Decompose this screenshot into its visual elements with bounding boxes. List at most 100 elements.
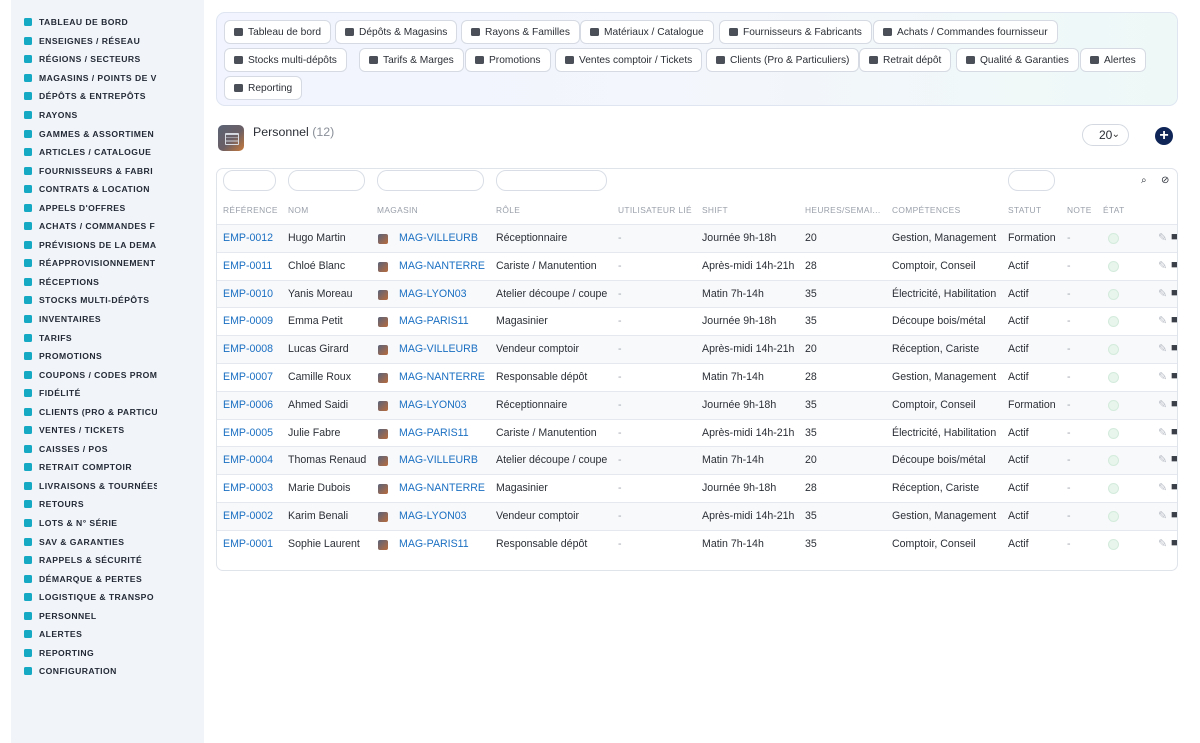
edit-icon[interactable]: ✎ xyxy=(1158,453,1167,466)
cell-ref[interactable]: EMP-0007 xyxy=(223,371,273,383)
sidebar-item-32[interactable]: PERSONNEL xyxy=(11,607,204,626)
table-row[interactable]: EMP-0010 Yanis Moreau MAG-LYON03 Atelier dé… xyxy=(217,279,1177,308)
sidebar-item-28[interactable]: SAV & GARANTIES xyxy=(11,532,204,551)
sidebar-item-24[interactable]: RETRAIT COMPTOIR xyxy=(11,458,204,477)
table-row[interactable]: EMP-0002 Karim Benali MAG-LYON03 Vendeur co… xyxy=(217,502,1177,530)
column-header[interactable]: COMPÉTENCES xyxy=(892,205,961,215)
sidebar-item-33[interactable]: ALERTES xyxy=(11,625,204,644)
sidebar-item-15[interactable]: STOCKS MULTI-DÉPÔTS xyxy=(11,291,204,310)
table-row[interactable]: EMP-0001 Sophie Laurent MAG-PARIS11 Respons… xyxy=(217,529,1177,558)
filter-nom-input[interactable] xyxy=(288,170,365,191)
table-row[interactable]: EMP-0004 Thomas Renaud MAG-VILLEURB Atelier… xyxy=(217,446,1177,475)
sidebar-item-19[interactable]: COUPONS / CODES PROM xyxy=(11,365,204,384)
table-row[interactable]: EMP-0006 Ahmed Saidi MAG-LYON03 Réceptionna… xyxy=(217,390,1177,419)
column-header[interactable]: NOTE xyxy=(1067,205,1092,215)
delete-icon[interactable]: ■ xyxy=(1171,398,1177,410)
delete-icon[interactable]: ■ xyxy=(1171,537,1177,549)
sidebar-item-29[interactable]: RAPPELS & SÉCURITÉ xyxy=(11,551,204,570)
delete-icon[interactable]: ■ xyxy=(1171,509,1177,521)
cell-ref[interactable]: EMP-0012 xyxy=(223,232,273,244)
delete-icon[interactable]: ■ xyxy=(1171,453,1177,465)
sidebar-item-1[interactable]: ENSEIGNES / RÉSEAU xyxy=(11,32,204,51)
nav-button-2[interactable]: Rayons & Familles xyxy=(461,20,580,44)
delete-icon[interactable]: ■ xyxy=(1171,314,1177,326)
sidebar-item-27[interactable]: LOTS & N° SÉRIE xyxy=(11,514,204,533)
nav-button-11[interactable]: Retrait dépôt xyxy=(859,48,952,72)
sidebar-item-35[interactable]: CONFIGURATION xyxy=(11,662,204,681)
edit-icon[interactable]: ✎ xyxy=(1158,426,1167,439)
sidebar-item-0[interactable]: TABLEAU DE BORD xyxy=(11,13,204,32)
edit-icon[interactable]: ✎ xyxy=(1158,259,1167,272)
sidebar-item-7[interactable]: ARTICLES / CATALOGUE xyxy=(11,143,204,162)
cell-magasin[interactable]: MAG-LYON03 xyxy=(399,399,467,411)
delete-icon[interactable]: ■ xyxy=(1171,231,1177,243)
cell-magasin[interactable]: MAG-LYON03 xyxy=(399,510,467,522)
sidebar-item-17[interactable]: TARIFS xyxy=(11,328,204,347)
sidebar-item-13[interactable]: RÉAPPROVISIONNEMENT xyxy=(11,254,204,273)
nav-button-10[interactable]: Clients (Pro & Particuliers) xyxy=(706,48,860,72)
cell-magasin[interactable]: MAG-VILLEURB xyxy=(399,454,478,466)
sidebar-item-22[interactable]: VENTES / TICKETS xyxy=(11,421,204,440)
cell-ref[interactable]: EMP-0001 xyxy=(223,538,273,550)
cell-magasin[interactable]: MAG-VILLEURB xyxy=(399,232,478,244)
column-header[interactable]: NOM xyxy=(288,205,309,215)
cell-magasin[interactable]: MAG-PARIS11 xyxy=(399,538,469,550)
delete-icon[interactable]: ■ xyxy=(1171,287,1177,299)
cell-magasin[interactable]: MAG-VILLEURB xyxy=(399,343,478,355)
sidebar-item-6[interactable]: GAMMES & ASSORTIMEN xyxy=(11,124,204,143)
sidebar-item-26[interactable]: RETOURS xyxy=(11,495,204,514)
nav-button-0[interactable]: Tableau de bord xyxy=(224,20,332,44)
sidebar-item-34[interactable]: REPORTING xyxy=(11,644,204,663)
cell-magasin[interactable]: MAG-NANTERRE xyxy=(399,371,485,383)
sidebar-item-16[interactable]: INVENTAIRES xyxy=(11,310,204,329)
sidebar-item-14[interactable]: RÉCEPTIONS xyxy=(11,273,204,292)
sidebar-item-23[interactable]: CAISSES / POS xyxy=(11,440,204,459)
add-record-button[interactable]: + xyxy=(1155,127,1173,145)
nav-button-4[interactable]: Fournisseurs & Fabricants xyxy=(719,20,872,44)
table-row[interactable]: EMP-0003 Marie Dubois MAG-NANTERRE Magasini… xyxy=(217,474,1177,502)
cell-magasin[interactable]: MAG-NANTERRE xyxy=(399,482,485,494)
cell-magasin[interactable]: MAG-LYON03 xyxy=(399,288,467,300)
search-icon[interactable]: ⌕ xyxy=(1141,175,1147,186)
nav-button-1[interactable]: Dépôts & Magasins xyxy=(335,20,458,44)
filter-statut-input[interactable] xyxy=(1008,170,1055,191)
column-header[interactable]: MAGASIN xyxy=(377,205,418,215)
page-size-select[interactable]: 20 ⌄ xyxy=(1082,124,1129,146)
sidebar-item-5[interactable]: RAYONS xyxy=(11,106,204,125)
nav-button-5[interactable]: Achats / Commandes fournisseur xyxy=(873,20,1058,44)
column-header[interactable]: ÉTAT xyxy=(1103,205,1125,215)
cell-magasin[interactable]: MAG-PARIS11 xyxy=(399,315,469,327)
sidebar-item-21[interactable]: CLIENTS (PRO & PARTICU xyxy=(11,402,204,421)
cell-ref[interactable]: EMP-0003 xyxy=(223,482,273,494)
edit-icon[interactable]: ✎ xyxy=(1158,398,1167,411)
edit-icon[interactable]: ✎ xyxy=(1158,509,1167,522)
filter-role-input[interactable] xyxy=(496,170,607,191)
column-header[interactable]: RÔLE xyxy=(496,205,520,215)
cell-ref[interactable]: EMP-0002 xyxy=(223,510,273,522)
column-header[interactable]: UTILISATEUR LIÉ xyxy=(618,205,692,215)
delete-icon[interactable]: ■ xyxy=(1171,342,1177,354)
edit-icon[interactable]: ✎ xyxy=(1158,231,1167,244)
cell-ref[interactable]: EMP-0010 xyxy=(223,288,273,300)
cell-magasin[interactable]: MAG-PARIS11 xyxy=(399,427,469,439)
filter-reference-input[interactable] xyxy=(223,170,276,191)
nav-button-14[interactable]: Reporting xyxy=(224,76,303,100)
sidebar-item-20[interactable]: FIDÉLITÉ xyxy=(11,384,204,403)
sidebar-item-10[interactable]: APPELS D'OFFRES xyxy=(11,198,204,217)
sidebar-item-8[interactable]: FOURNISSEURS & FABRI xyxy=(11,161,204,180)
sidebar-item-3[interactable]: MAGASINS / POINTS DE V xyxy=(11,69,204,88)
nav-button-8[interactable]: Promotions xyxy=(465,48,551,72)
sidebar-item-31[interactable]: LOGISTIQUE & TRANSPO xyxy=(11,588,204,607)
sidebar-item-12[interactable]: PRÉVISIONS DE LA DEMA xyxy=(11,236,204,255)
delete-icon[interactable]: ■ xyxy=(1171,370,1177,382)
edit-icon[interactable]: ✎ xyxy=(1158,287,1167,300)
edit-icon[interactable]: ✎ xyxy=(1158,342,1167,355)
column-header[interactable]: RÉFÉRENCE xyxy=(223,205,278,215)
table-row[interactable]: EMP-0007 Camille Roux MAG-NANTERRE Responsa… xyxy=(217,363,1177,391)
cell-magasin[interactable]: MAG-NANTERRE xyxy=(399,260,485,272)
cell-ref[interactable]: EMP-0011 xyxy=(223,260,272,272)
cell-ref[interactable]: EMP-0008 xyxy=(223,343,273,355)
edit-icon[interactable]: ✎ xyxy=(1158,370,1167,383)
sidebar-item-30[interactable]: DÉMARQUE & PERTES xyxy=(11,569,204,588)
edit-icon[interactable]: ✎ xyxy=(1158,537,1167,550)
